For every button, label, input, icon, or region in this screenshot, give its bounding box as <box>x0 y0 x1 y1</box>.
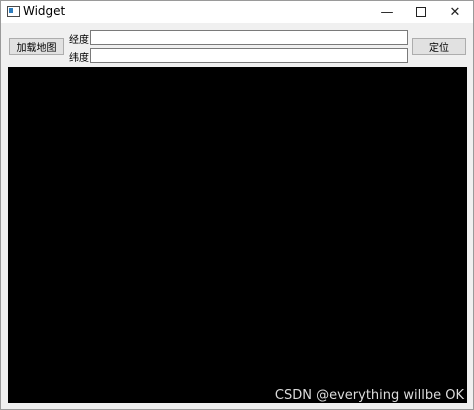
map-view[interactable] <box>8 67 467 403</box>
load-map-button[interactable]: 加载地图 <box>9 38 64 55</box>
app-window-icon <box>7 6 20 17</box>
close-icon: ✕ <box>449 4 461 20</box>
title-bar[interactable]: Widget — ✕ <box>1 1 473 23</box>
close-button[interactable]: ✕ <box>435 1 474 23</box>
longitude-input[interactable] <box>90 30 408 45</box>
longitude-label: 经度 <box>69 35 89 46</box>
app-window: Widget — ✕ 加载地图 经度 纬度 定位 <box>0 0 474 410</box>
window-title: Widget <box>23 4 66 18</box>
locate-button[interactable]: 定位 <box>412 38 466 55</box>
maximize-icon <box>416 7 426 17</box>
watermark: CSDN @everything willbe OK <box>274 388 464 403</box>
minimize-icon: — <box>380 4 394 20</box>
toolbar: 加载地图 经度 纬度 定位 <box>1 23 473 67</box>
latitude-label: 纬度 <box>69 53 89 64</box>
latitude-input[interactable] <box>90 48 408 63</box>
